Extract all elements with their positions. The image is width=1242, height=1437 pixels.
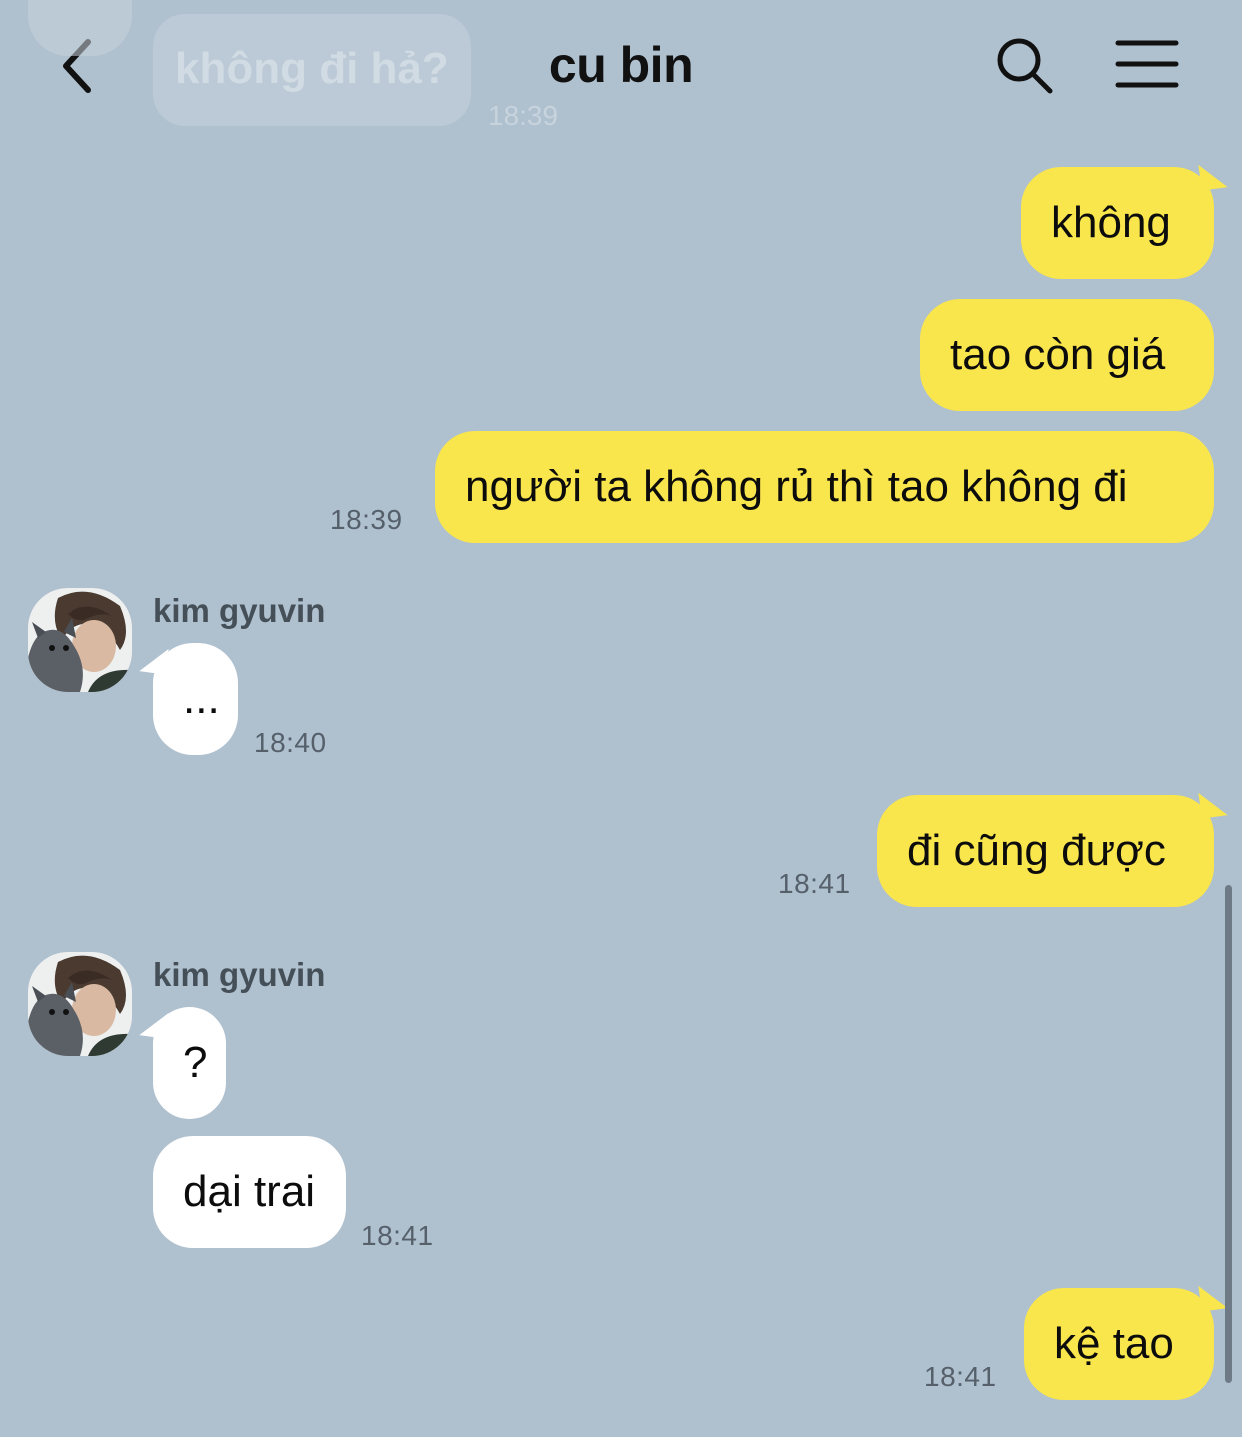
- my-message-bubble[interactable]: người ta không rủ thì tao không đi: [435, 431, 1214, 543]
- their-message-bubble[interactable]: ?: [139, 1007, 226, 1119]
- contact-avatar[interactable]: [28, 952, 132, 1056]
- message-text: dại trai: [183, 1167, 316, 1216]
- menu-button[interactable]: [1112, 36, 1182, 92]
- previous-message-time: 18:39: [488, 100, 559, 131]
- my-message-bubble[interactable]: không: [1021, 161, 1228, 279]
- message-text: ?: [183, 1038, 208, 1087]
- bubble-tail: [1198, 1282, 1228, 1312]
- message-text: đi cũng được: [907, 826, 1166, 875]
- message-time: 18:41: [924, 1361, 997, 1392]
- message-text: người ta không rủ thì tao không đi: [465, 462, 1128, 511]
- message-time: 18:41: [778, 868, 851, 899]
- search-icon: [997, 38, 1053, 94]
- message-text: không: [1051, 198, 1171, 247]
- bubble-tail: [1198, 161, 1228, 191]
- my-message-bubble[interactable]: đi cũng được: [877, 789, 1228, 907]
- contact-avatar[interactable]: [28, 588, 132, 692]
- sender-name: kim gyuvin: [153, 956, 326, 993]
- search-button[interactable]: [993, 34, 1057, 98]
- previous-avatar: [28, 0, 132, 56]
- message-text: kệ tao: [1054, 1319, 1174, 1368]
- bubble-tail: [139, 1009, 169, 1039]
- bubble-tail: [1198, 789, 1228, 819]
- sender-name: kim gyuvin: [153, 592, 326, 629]
- my-message-bubble[interactable]: kệ tao: [1024, 1282, 1228, 1400]
- message-time: 18:39: [330, 504, 403, 535]
- previous-message-text: không đi hả?: [175, 44, 449, 93]
- hamburger-menu-icon: [1115, 40, 1179, 88]
- message-time: 18:40: [254, 727, 327, 758]
- bubble-tail: [139, 645, 169, 675]
- message-text: ...: [183, 674, 220, 723]
- my-message-bubble[interactable]: tao còn giá: [920, 299, 1214, 411]
- avatar-photo: [28, 588, 132, 692]
- their-message-bubble[interactable]: ...: [139, 643, 238, 755]
- avatar-photo: [28, 952, 132, 1056]
- message-text: tao còn giá: [950, 330, 1166, 379]
- scrollbar-thumb[interactable]: [1225, 885, 1232, 1383]
- their-message-bubble[interactable]: dại trai: [153, 1136, 346, 1248]
- message-time: 18:41: [361, 1220, 434, 1251]
